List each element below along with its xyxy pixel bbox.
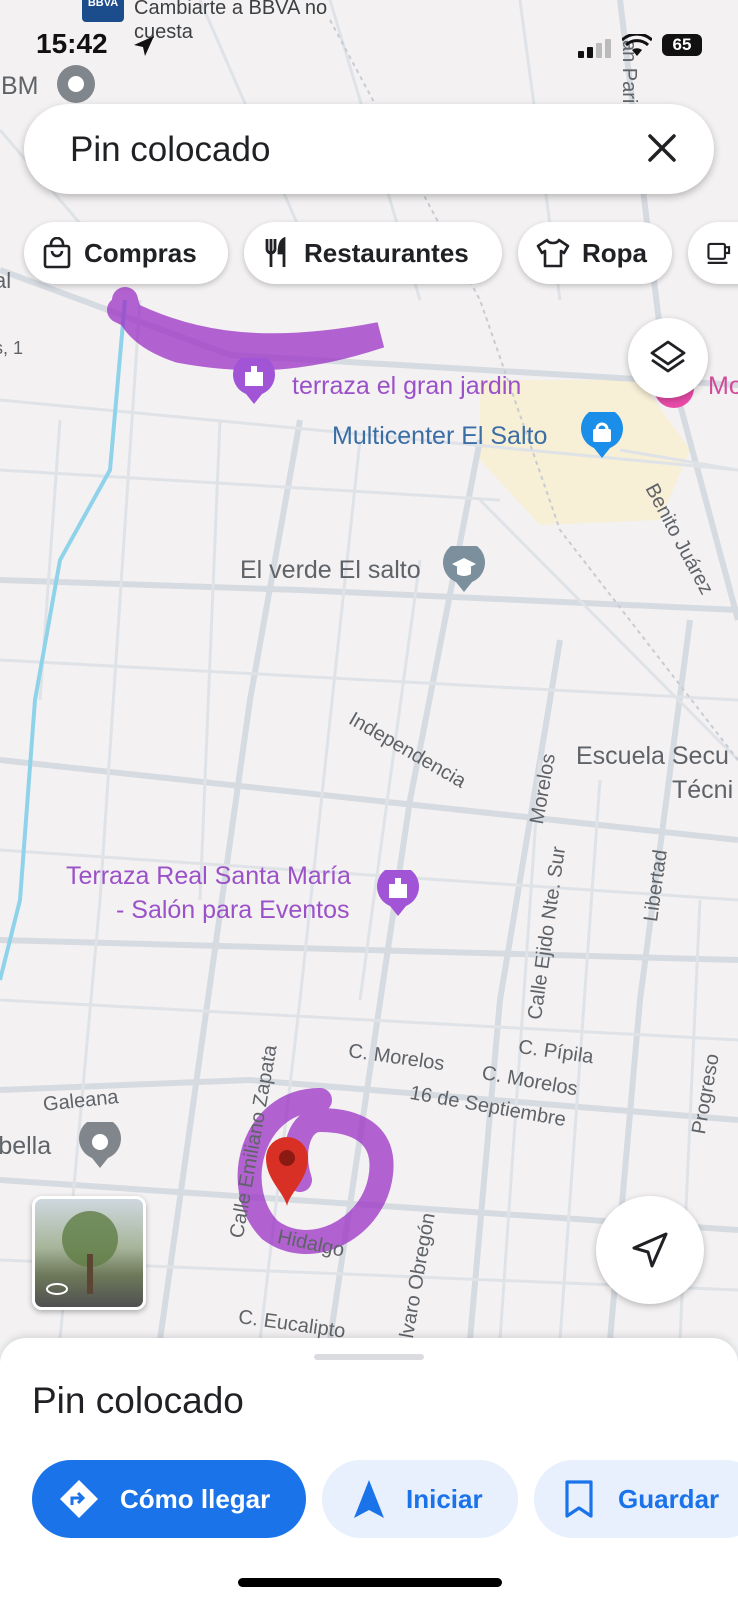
status-time: 15:42 bbox=[36, 28, 108, 59]
poi-mo-label[interactable]: Mo bbox=[708, 372, 738, 401]
directions-icon bbox=[60, 1480, 98, 1518]
close-icon[interactable] bbox=[644, 130, 680, 166]
start-label: Iniciar bbox=[406, 1483, 483, 1514]
home-indicator[interactable] bbox=[238, 1578, 502, 1587]
navigation-arrow-icon bbox=[632, 1232, 668, 1268]
poi-rbella-label[interactable]: rbella bbox=[0, 1132, 51, 1161]
chip-restaurantes[interactable]: Restaurantes bbox=[244, 222, 502, 284]
chip-compras[interactable]: Compras bbox=[24, 222, 228, 284]
directions-button[interactable]: Cómo llegar bbox=[32, 1460, 306, 1538]
poi-escuela-line1[interactable]: Escuela Secu bbox=[576, 742, 729, 771]
directions-label: Cómo llegar bbox=[120, 1483, 271, 1514]
status-bar: 15:42 65 bbox=[0, 0, 738, 90]
poi-terraza-real-line1[interactable]: Terraza Real Santa María bbox=[66, 862, 351, 891]
street-label: al bbox=[0, 268, 12, 293]
drag-handle[interactable] bbox=[314, 1354, 424, 1360]
map-canvas[interactable]: BBVA Cambiarte a BBVA no cuesta IBM terr… bbox=[0, 0, 738, 1340]
save-label: Guardar bbox=[618, 1483, 720, 1514]
bookmark-icon bbox=[565, 1480, 593, 1518]
street-view-thumbnail[interactable] bbox=[32, 1196, 146, 1310]
search-text[interactable]: Pin colocado bbox=[70, 130, 270, 170]
chip-label: Restaurantes bbox=[304, 237, 469, 268]
poi-escuela-line2[interactable]: Técni bbox=[672, 776, 733, 805]
fork-knife-icon bbox=[265, 237, 286, 267]
coffee-icon bbox=[707, 242, 731, 264]
layers-button[interactable] bbox=[628, 318, 708, 398]
search-bar[interactable]: Pin colocado bbox=[24, 104, 714, 194]
shirt-icon bbox=[536, 238, 570, 268]
start-button[interactable]: Iniciar bbox=[322, 1460, 518, 1538]
wifi-icon bbox=[622, 34, 652, 56]
poi-el-verde-label[interactable]: El verde El salto bbox=[240, 556, 421, 585]
street-view-icon bbox=[46, 1211, 118, 1295]
place-bottom-sheet[interactable]: Pin colocado Cómo llegar Iniciar Guardar bbox=[0, 1338, 738, 1600]
poi-terraza-real-line2[interactable]: - Salón para Eventos bbox=[116, 896, 349, 925]
sheet-title: Pin colocado bbox=[32, 1380, 244, 1421]
location-arrow-icon bbox=[134, 36, 154, 56]
battery-indicator: 65 bbox=[662, 34, 702, 56]
navigation-icon bbox=[354, 1480, 384, 1518]
my-location-button[interactable] bbox=[596, 1196, 704, 1304]
poi-multicenter-label[interactable]: Multicenter El Salto bbox=[332, 422, 547, 451]
cellular-signal-icon bbox=[578, 39, 611, 58]
chip-label: Compras bbox=[84, 237, 197, 268]
poi-terraza-gran-jardin-label[interactable]: terraza el gran jardin bbox=[292, 372, 521, 401]
save-button[interactable]: Guardar bbox=[534, 1460, 738, 1538]
chip-ropa[interactable]: Ropa bbox=[518, 222, 672, 284]
street-label: s, 1 bbox=[0, 338, 24, 358]
shopping-bag-icon bbox=[43, 237, 71, 269]
chip-label: Ropa bbox=[582, 237, 647, 268]
layers-icon bbox=[650, 340, 686, 373]
